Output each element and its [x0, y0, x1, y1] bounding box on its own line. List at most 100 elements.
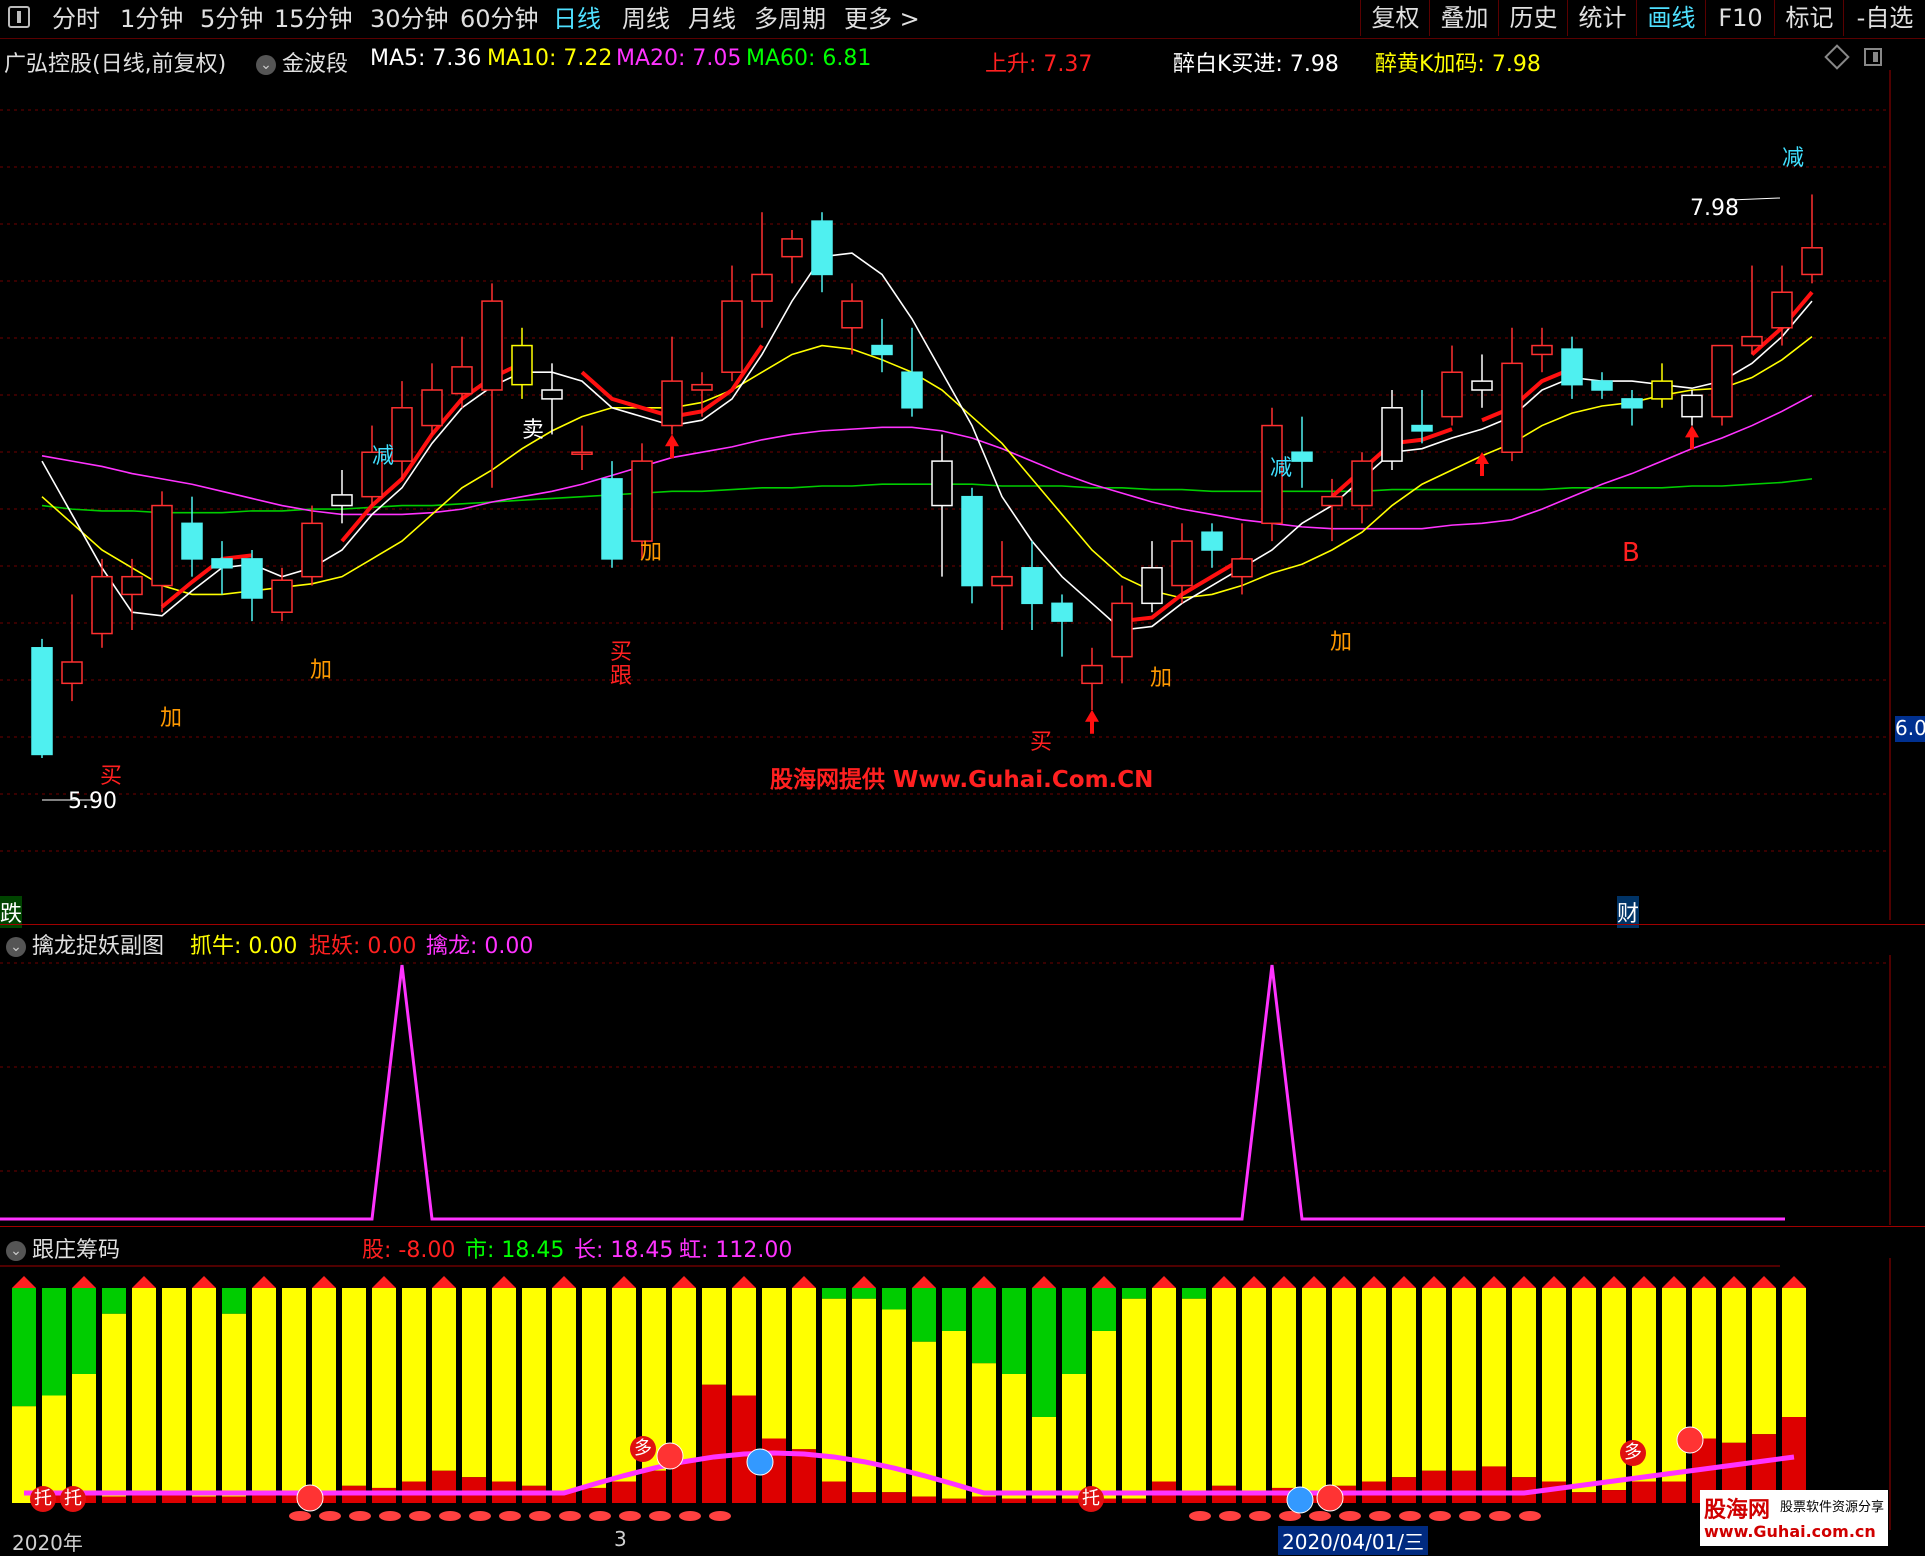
chip-bar-green: [822, 1288, 846, 1299]
chip-ball-icon: [296, 1484, 324, 1512]
candle-body: [1351, 460, 1373, 507]
tab-4[interactable]: 30分钟: [370, 4, 449, 34]
chip-bar-green: [1092, 1288, 1116, 1331]
bottom-marker: [559, 1511, 581, 1521]
chip-top-marker: [1482, 1276, 1506, 1288]
tab-8[interactable]: 月线: [688, 4, 736, 34]
ma5-value: MA5: 7.36: [370, 46, 482, 71]
tab-5[interactable]: 60分钟: [460, 4, 539, 34]
candle-body: [211, 558, 233, 569]
chip-bar-red: [822, 1481, 846, 1503]
chip-bar-yellow: [792, 1288, 816, 1450]
chip-bar-red: [1602, 1490, 1626, 1503]
chip-bar-yellow: [12, 1406, 36, 1503]
toolbar-button-0[interactable]: 复权: [1360, 0, 1430, 36]
chip-top-marker: [12, 1276, 36, 1288]
ma10-value: MA10: 7.22: [487, 46, 613, 71]
low-price-label: 5.90: [68, 789, 117, 814]
logo-sub: 股票软件资源分享: [1780, 1500, 1885, 1515]
up-arrow-icon: [1085, 709, 1099, 734]
tab-7[interactable]: 周线: [622, 4, 670, 34]
bottom-marker: [289, 1511, 311, 1521]
toolbar-button-7[interactable]: -自选: [1843, 0, 1925, 36]
candle-body: [271, 579, 293, 613]
chip-top-marker: [1332, 1276, 1356, 1288]
chip-bar-yellow: [1512, 1288, 1536, 1478]
chip-bar-red: [942, 1498, 966, 1503]
candle-body: [1771, 291, 1793, 329]
bottom-marker: [1459, 1511, 1481, 1521]
chip-top-marker: [612, 1276, 636, 1288]
candle-body: [601, 478, 623, 560]
toolbar-button-4[interactable]: 画线: [1636, 0, 1706, 36]
chip-top-marker: [1452, 1276, 1476, 1288]
chip-bar-yellow: [762, 1288, 786, 1439]
chevron-down-icon[interactable]: ⌄: [6, 937, 26, 957]
menu-icon[interactable]: [8, 6, 30, 28]
ma20-value: MA20: 7.05: [616, 46, 742, 71]
signal-label: 加: [1150, 666, 1173, 691]
candle-body: [151, 504, 173, 587]
toolbar-button-6[interactable]: 标记: [1774, 0, 1844, 36]
chip-top-marker: [1272, 1276, 1296, 1288]
bottom-marker: [1519, 1511, 1541, 1521]
chip-top-marker: [1032, 1276, 1056, 1288]
candle-body: [1291, 451, 1313, 462]
bottom-marker: [619, 1511, 641, 1521]
guhai-logo: 股海网 股票软件资源分享 www.Guhai.com.cn: [1700, 1490, 1888, 1546]
candle-body: [1051, 602, 1073, 622]
chip-bar-yellow: [1212, 1288, 1236, 1486]
chip-bar-red: [1002, 1498, 1026, 1503]
chip-bar-yellow: [1272, 1288, 1296, 1488]
tab-3[interactable]: 15分钟: [274, 4, 353, 34]
cursor-date: 2020/04/01/三: [1278, 1526, 1429, 1555]
chip-ball-icon: [746, 1448, 774, 1476]
signal-label: 卖: [522, 418, 545, 443]
panel-divider: [0, 1226, 1925, 1227]
chip-bar-yellow: [42, 1395, 66, 1493]
candle-body: [91, 575, 113, 635]
chip-bar-red: [582, 1487, 606, 1503]
tab-10[interactable]: 更多 >: [844, 4, 920, 34]
tab-6[interactable]: 日线: [553, 4, 601, 34]
chip-bar-yellow: [1032, 1417, 1056, 1499]
candle-body: [331, 494, 353, 507]
bottom-marker: [1249, 1511, 1271, 1521]
chip-bar-yellow: [192, 1288, 216, 1497]
chip-bar-red: [912, 1496, 936, 1503]
chip-bar-red: [1632, 1481, 1656, 1503]
chip-bar-yellow: [372, 1288, 396, 1488]
chip-top-marker: [672, 1276, 696, 1288]
chip-bar-yellow: [222, 1313, 246, 1497]
panel-toggle-icon[interactable]: [1864, 48, 1882, 66]
candle-body: [1501, 362, 1523, 453]
year-label: 2020年: [12, 1531, 83, 1555]
chip-bar-red: [162, 1494, 186, 1503]
toolbar-button-1[interactable]: 叠加: [1429, 0, 1499, 36]
bottom-marker: [469, 1511, 491, 1521]
candle-body: [721, 300, 743, 373]
tab-9[interactable]: 多周期: [754, 4, 826, 34]
toolbar-button-5[interactable]: F10: [1705, 0, 1775, 36]
toolbar-button-2[interactable]: 历史: [1498, 0, 1568, 36]
chip-bar-yellow: [342, 1288, 366, 1486]
candle-body: [901, 371, 923, 409]
toolbar-button-3[interactable]: 统计: [1567, 0, 1637, 36]
chip-bar-yellow: [1542, 1288, 1566, 1482]
chip-bar-red: [972, 1496, 996, 1503]
tab-0[interactable]: 分时: [52, 4, 100, 34]
tab-1[interactable]: 1分钟: [120, 4, 183, 34]
chip-volume-chart[interactable]: [0, 1258, 1895, 1530]
chip-top-marker: [1092, 1276, 1116, 1288]
bottom-marker: [1219, 1511, 1241, 1521]
chip-bar-green: [72, 1288, 96, 1374]
tab-2[interactable]: 5分钟: [200, 4, 263, 34]
chip-bar-yellow: [702, 1288, 726, 1385]
chip-bar-green: [42, 1288, 66, 1396]
dragon-capture-chart[interactable]: [0, 955, 1895, 1225]
diamond-icon[interactable]: [1824, 44, 1850, 70]
chip-bar-red: [1572, 1492, 1596, 1503]
candle-body: [841, 300, 863, 329]
candle-body: [301, 522, 323, 578]
chip-top-marker: [1362, 1276, 1386, 1288]
